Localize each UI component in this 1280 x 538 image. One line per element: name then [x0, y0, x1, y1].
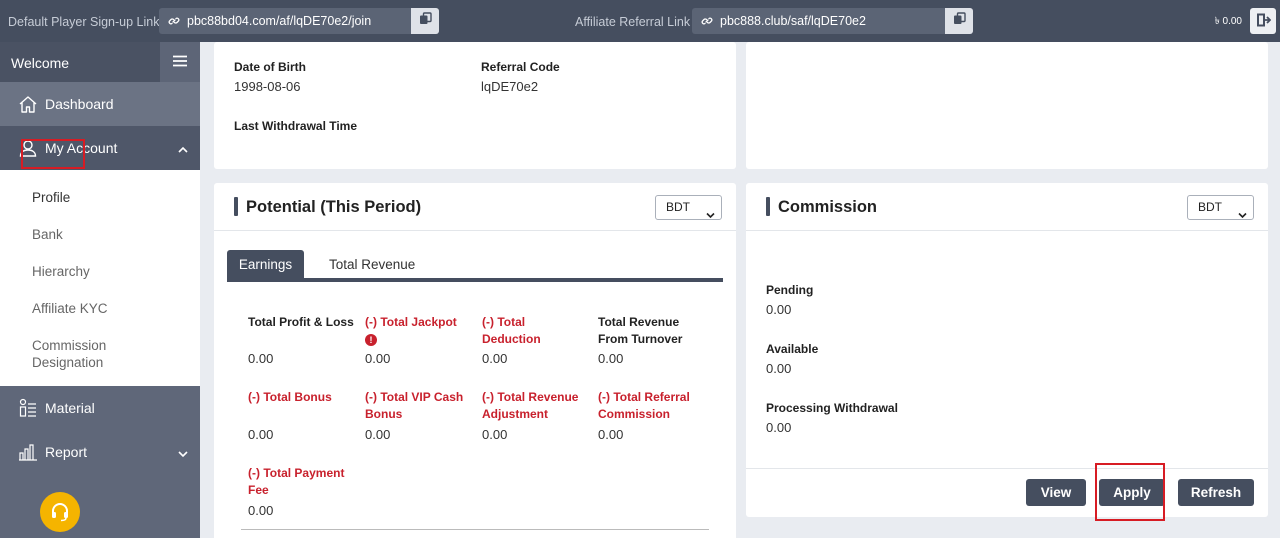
commission-currency-select[interactable]: BDT	[1187, 195, 1254, 220]
pending-label: Pending	[766, 283, 814, 297]
currency-value: BDT	[1198, 200, 1222, 214]
total-bonus-label: (-) Total Bonus	[248, 390, 332, 404]
potential-header: Potential (This Period) BDT	[214, 183, 736, 231]
chevron-down-icon	[706, 204, 715, 227]
view-button[interactable]: View	[1026, 479, 1086, 506]
sidebar-item-label: Report	[45, 444, 88, 460]
player-link-value: pbc88bd04.com/af/lqDE70e2/join	[187, 14, 372, 28]
chevron-up-icon	[178, 141, 188, 157]
headset-icon	[49, 500, 71, 525]
total-jackpot-label: (-) Total Jackpot!	[365, 315, 457, 346]
submenu-item-hierarchy[interactable]: Hierarchy	[32, 263, 90, 280]
dob-label: Date of Birth	[234, 60, 306, 74]
profile-side-card	[746, 42, 1268, 169]
menu-toggle-button[interactable]	[160, 42, 200, 82]
divider	[241, 529, 709, 530]
referral-code-label: Referral Code	[481, 60, 560, 74]
referral-code-value: lqDE70e2	[481, 79, 539, 94]
affiliate-link-label: Affiliate Referral Link	[575, 15, 691, 29]
total-payment-fee-label: (-) Total Payment Fee	[248, 466, 345, 497]
total-profit-loss-label: Total Profit & Loss	[248, 315, 354, 329]
potential-currency-select[interactable]: BDT	[655, 195, 722, 220]
available-label: Available	[766, 342, 819, 356]
copy-icon	[419, 8, 432, 34]
player-link-field[interactable]: pbc88bd04.com/af/lqDE70e2/join	[159, 8, 439, 34]
affiliate-link-field[interactable]: pbc888.club/saf/lqDE70e2	[692, 8, 973, 34]
total-referral-commission-label: (-) Total Referral Commission	[598, 390, 690, 421]
total-deduction-label: (-) Total Deduction	[482, 315, 541, 346]
dob-value: 1998-08-06	[234, 79, 301, 94]
processing-withdrawal-value: 0.00	[766, 420, 792, 435]
potential-card: Potential (This Period) BDT Earnings Tot…	[214, 183, 736, 538]
revenue-from-turnover-value: 0.00	[598, 351, 624, 366]
sidebar-item-label: Material	[45, 400, 95, 416]
divider	[746, 468, 1268, 469]
submenu-item-commission-designation[interactable]: Commission Designation	[32, 337, 122, 371]
sidebar-item-material[interactable]: Material	[0, 386, 200, 430]
total-profit-loss-value: 0.00	[248, 351, 274, 366]
affiliate-link-value: pbc888.club/saf/lqDE70e2	[720, 14, 866, 28]
total-bonus-value: 0.00	[248, 427, 274, 442]
account-submenu: Profile Bank Hierarchy Affiliate KYC Com…	[0, 170, 200, 386]
refresh-button[interactable]: Refresh	[1178, 479, 1254, 506]
chevron-down-icon	[1238, 204, 1247, 227]
total-revenue-adjustment-label: (-) Total Revenue Adjustment	[482, 390, 579, 421]
link-icon	[700, 8, 714, 34]
balance-display: ৳ 0.00	[1214, 16, 1242, 27]
processing-withdrawal-label: Processing Withdrawal	[766, 401, 898, 415]
sidebar-item-dashboard[interactable]: Dashboard	[0, 82, 200, 126]
support-chat-button[interactable]	[40, 492, 80, 532]
apply-highlight-box	[1095, 463, 1165, 521]
sidebar-item-label: Dashboard	[45, 96, 114, 112]
bar-chart-icon	[17, 441, 39, 463]
revenue-from-turnover-label: Total Revenue From Turnover	[598, 315, 683, 346]
available-value: 0.00	[766, 361, 792, 376]
last-withdrawal-label: Last Withdrawal Time	[234, 119, 358, 133]
potential-tabs: Earnings Total Revenue	[227, 250, 723, 282]
total-payment-fee-value: 0.00	[248, 503, 274, 518]
commission-title: Commission	[778, 198, 878, 216]
tab-earnings[interactable]: Earnings	[227, 250, 304, 278]
warning-icon: !	[365, 334, 377, 346]
total-vip-cash-bonus-value: 0.00	[365, 427, 391, 442]
sidebar-item-report[interactable]: Report	[0, 430, 200, 474]
copy-icon	[953, 8, 966, 34]
total-revenue-adjustment-value: 0.00	[482, 427, 508, 442]
currency-value: BDT	[666, 200, 690, 214]
title-accent-bar	[766, 197, 770, 216]
total-referral-commission-value: 0.00	[598, 427, 624, 442]
chevron-down-icon	[178, 445, 188, 461]
total-jackpot-value: 0.00	[365, 351, 391, 366]
welcome-text: Welcome	[11, 55, 70, 71]
link-icon	[167, 8, 181, 34]
submenu-item-bank[interactable]: Bank	[32, 226, 63, 243]
title-accent-bar	[234, 197, 238, 216]
logout-button[interactable]	[1250, 8, 1276, 34]
hamburger-icon	[172, 55, 188, 70]
profile-details-card: Date of Birth 1998-08-06 Referral Code l…	[214, 42, 736, 169]
tab-total-revenue[interactable]: Total Revenue	[329, 250, 415, 278]
top-bar: Default Player Sign-up Link pbc88bd04.co…	[0, 0, 1280, 42]
copy-affiliate-link-button[interactable]	[945, 8, 973, 34]
player-link-label: Default Player Sign-up Link	[8, 15, 160, 29]
sidebar: Welcome Dashboard My Account Profile Ban…	[0, 42, 200, 538]
commission-card: Commission BDT Pending 0.00 Available 0.…	[746, 183, 1268, 517]
copy-player-link-button[interactable]	[411, 8, 439, 34]
commission-header: Commission BDT	[746, 183, 1268, 231]
home-icon	[17, 93, 39, 115]
profile-highlight-box	[21, 139, 85, 169]
submenu-item-profile[interactable]: Profile	[32, 189, 70, 206]
total-vip-cash-bonus-label: (-) Total VIP Cash Bonus	[365, 390, 464, 421]
pending-value: 0.00	[766, 302, 792, 317]
material-icon	[17, 397, 39, 419]
submenu-item-affiliate-kyc[interactable]: Affiliate KYC	[32, 300, 108, 317]
logout-icon	[1255, 12, 1272, 31]
potential-title: Potential (This Period)	[246, 198, 422, 216]
total-deduction-value: 0.00	[482, 351, 508, 366]
